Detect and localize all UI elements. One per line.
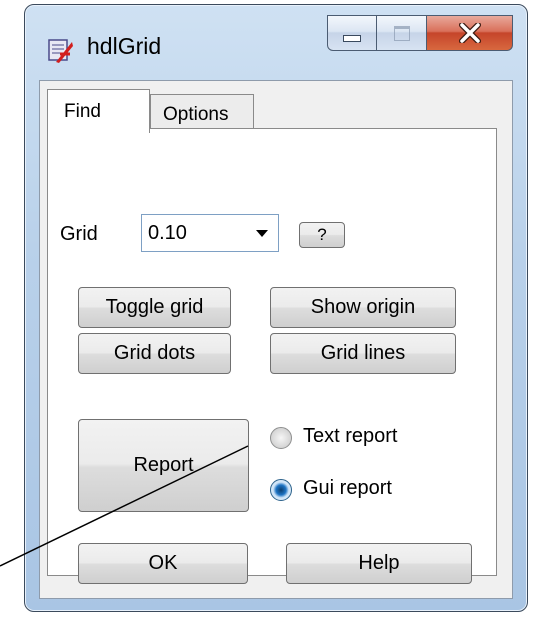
tab-find[interactable]: Find (47, 89, 150, 133)
